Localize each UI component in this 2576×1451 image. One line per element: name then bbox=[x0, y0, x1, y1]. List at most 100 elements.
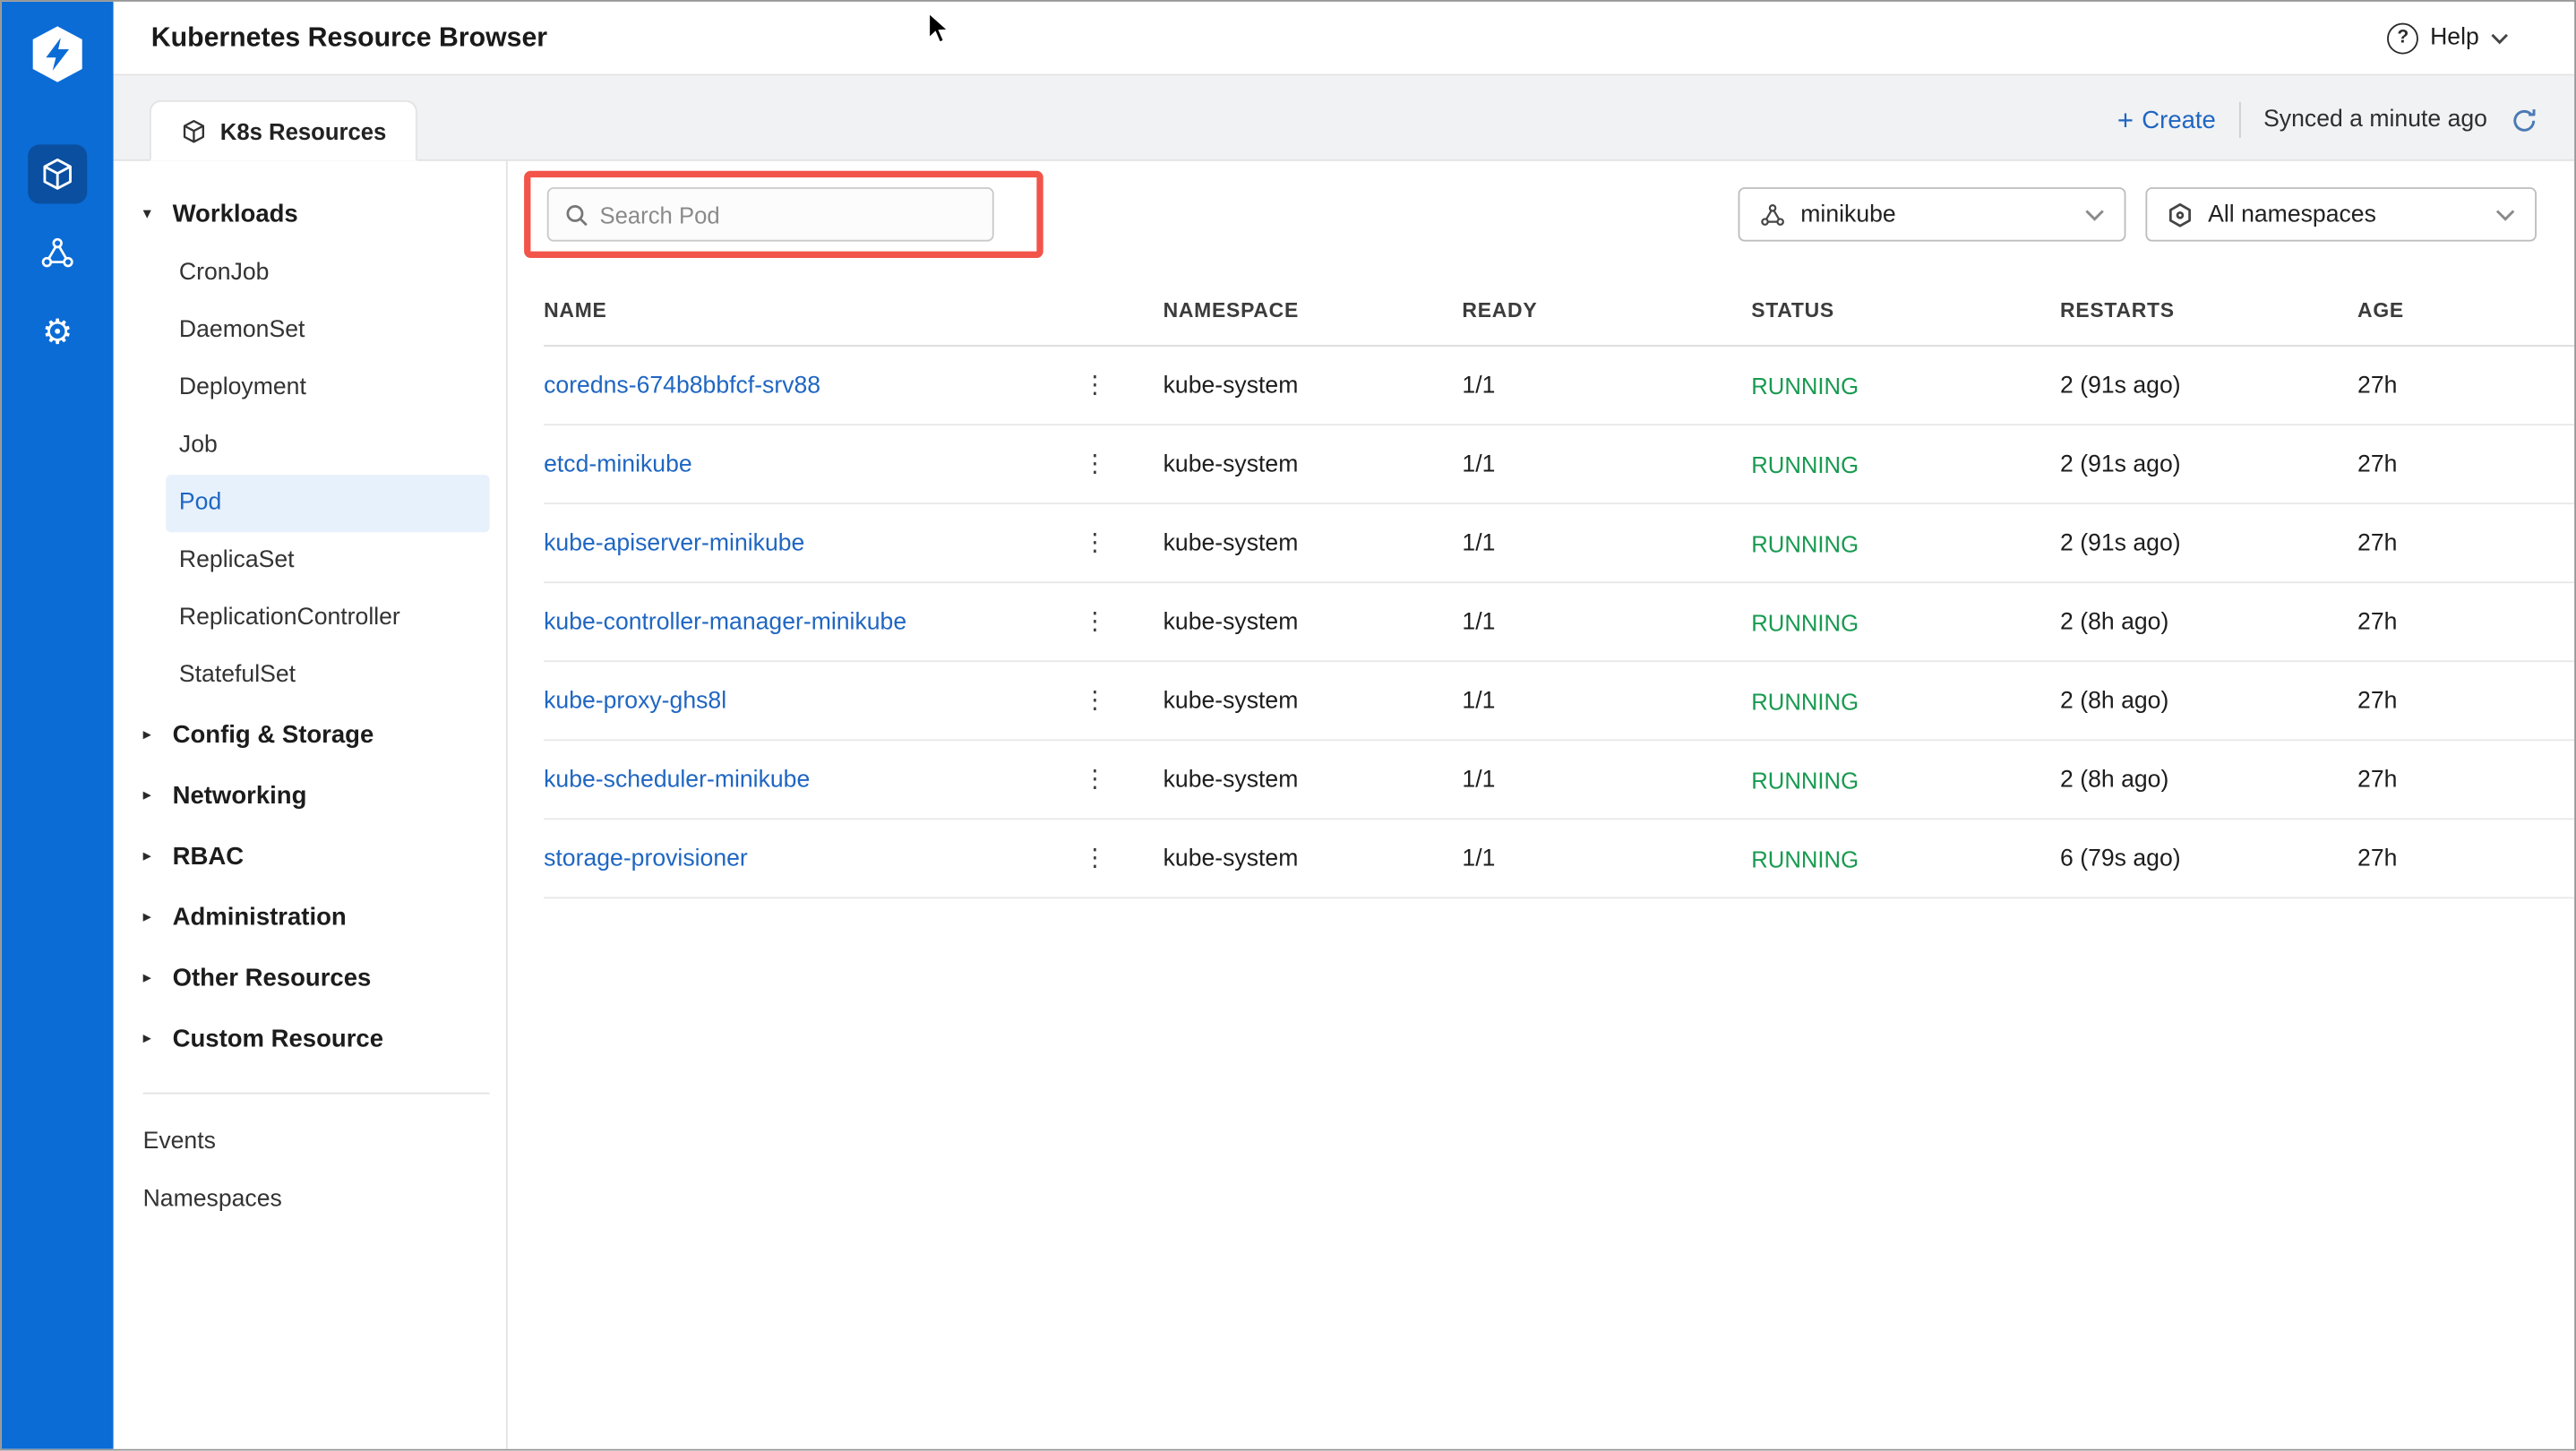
ready-cell: 1/1 bbox=[1462, 846, 1751, 871]
nav-item-deployment[interactable]: Deployment bbox=[166, 360, 489, 417]
column-header-age: AGE bbox=[2357, 298, 2574, 322]
nav-item-job[interactable]: Job bbox=[166, 417, 489, 475]
table-row: etcd-minikube ⋮ kube-system 1/1 RUNNING … bbox=[544, 425, 2574, 504]
kebab-menu-icon[interactable]: ⋮ bbox=[1073, 764, 1118, 795]
nav-section-label: RBAC bbox=[173, 843, 245, 871]
nav-section-networking[interactable]: ▸Networking bbox=[114, 766, 506, 827]
name-cell: kube-apiserver-minikube ⋮ bbox=[544, 528, 1163, 559]
triangle-right-icon: ▸ bbox=[143, 726, 159, 744]
pod-name-link[interactable]: etcd-minikube bbox=[544, 451, 692, 477]
name-cell: kube-proxy-ghs8l ⋮ bbox=[544, 685, 1163, 717]
status-cell: RUNNING bbox=[1751, 609, 2060, 635]
namespace-select[interactable]: All namespaces bbox=[2145, 187, 2537, 242]
status-cell: RUNNING bbox=[1751, 846, 2060, 871]
restarts-cell: 2 (91s ago) bbox=[2060, 451, 2357, 477]
age-cell: 27h bbox=[2357, 372, 2574, 398]
nav-section-administration[interactable]: ▸ Administration bbox=[114, 887, 506, 948]
triangle-right-icon: ▸ bbox=[143, 969, 159, 987]
table-row: kube-proxy-ghs8l ⋮ kube-system 1/1 RUNNI… bbox=[544, 662, 2574, 741]
triangle-right-icon: ▸ bbox=[143, 908, 159, 926]
cluster-select[interactable]: minikube bbox=[1739, 187, 2126, 242]
age-cell: 27h bbox=[2357, 530, 2574, 556]
resource-nav: ▾WorkloadsCronJobDaemonSetDeploymentJobP… bbox=[114, 161, 508, 1450]
nav-section-label: Other Resources bbox=[173, 965, 372, 992]
search-field bbox=[547, 187, 994, 242]
restarts-cell: 2 (8h ago) bbox=[2060, 609, 2357, 635]
app-logo bbox=[26, 23, 89, 86]
nav-item-replicationcontroller[interactable]: ReplicationController bbox=[166, 589, 489, 647]
age-cell: 27h bbox=[2357, 688, 2574, 714]
kebab-menu-icon[interactable]: ⋮ bbox=[1073, 843, 1118, 874]
nav-item-pod[interactable]: Pod bbox=[166, 475, 489, 532]
nav-section-rbac[interactable]: ▸RBAC bbox=[114, 827, 506, 888]
kebab-menu-icon[interactable]: ⋮ bbox=[1073, 606, 1118, 638]
pod-name-link[interactable]: coredns-674b8bbfcf-srv88 bbox=[544, 372, 820, 398]
pod-name-link[interactable]: kube-controller-manager-minikube bbox=[544, 609, 906, 635]
pod-name-link[interactable]: storage-provisioner bbox=[544, 846, 748, 871]
column-header-ready: READY bbox=[1462, 298, 1751, 322]
kebab-menu-icon[interactable]: ⋮ bbox=[1073, 528, 1118, 559]
nav-item-daemonset[interactable]: DaemonSet bbox=[166, 302, 489, 359]
tab-label: K8s Resources bbox=[220, 117, 387, 143]
nav-item-events[interactable]: Events bbox=[114, 1114, 506, 1172]
pod-name-link[interactable]: kube-scheduler-minikube bbox=[544, 767, 810, 793]
namespace-select-value: All namespaces bbox=[2208, 202, 2376, 228]
refresh-icon[interactable] bbox=[2511, 106, 2538, 133]
namespace-cell: kube-system bbox=[1163, 846, 1463, 871]
restarts-cell: 2 (91s ago) bbox=[2060, 372, 2357, 398]
name-cell: storage-provisioner ⋮ bbox=[544, 843, 1163, 874]
annotation-highlight bbox=[524, 171, 1043, 258]
restarts-cell: 2 (8h ago) bbox=[2060, 767, 2357, 793]
rail-item-settings[interactable]: ⚙ bbox=[28, 302, 87, 361]
table-row: kube-controller-manager-minikube ⋮ kube-… bbox=[544, 583, 2574, 662]
nav-section-label: Administration bbox=[173, 904, 347, 932]
kebab-menu-icon[interactable]: ⋮ bbox=[1073, 449, 1118, 480]
rail-item-clusters[interactable] bbox=[28, 223, 87, 282]
rail-item-k8s-resources[interactable] bbox=[28, 144, 87, 203]
nav-item-cronjob[interactable]: CronJob bbox=[166, 245, 489, 302]
nav-item-namespaces[interactable]: Namespaces bbox=[114, 1172, 506, 1229]
help-icon: ? bbox=[2387, 22, 2418, 54]
cluster-icon bbox=[1759, 202, 1785, 228]
status-cell: RUNNING bbox=[1751, 451, 2060, 477]
restarts-cell: 2 (91s ago) bbox=[2060, 530, 2357, 556]
kebab-menu-icon[interactable]: ⋮ bbox=[1073, 685, 1118, 717]
nav-item-replicaset[interactable]: ReplicaSet bbox=[166, 532, 489, 589]
ready-cell: 1/1 bbox=[1462, 372, 1751, 398]
name-cell: coredns-674b8bbfcf-srv88 ⋮ bbox=[544, 370, 1163, 401]
ready-cell: 1/1 bbox=[1462, 451, 1751, 477]
chevron-down-icon bbox=[2491, 32, 2509, 44]
top-header: Kubernetes Resource Browser ? Help bbox=[114, 2, 2575, 76]
namespace-cell: kube-system bbox=[1163, 767, 1463, 793]
kebab-menu-icon[interactable]: ⋮ bbox=[1073, 370, 1118, 401]
pod-name-link[interactable]: kube-apiserver-minikube bbox=[544, 530, 804, 556]
create-button[interactable]: + Create bbox=[2117, 106, 2216, 133]
triangle-right-icon: ▸ bbox=[143, 1030, 159, 1048]
column-header-name: NAME bbox=[544, 298, 1163, 322]
search-input[interactable] bbox=[599, 202, 975, 228]
namespace-cell: kube-system bbox=[1163, 372, 1463, 398]
nav-section-config-storage[interactable]: ▸Config & Storage bbox=[114, 705, 506, 766]
ready-cell: 1/1 bbox=[1462, 767, 1751, 793]
table-row: coredns-674b8bbfcf-srv88 ⋮ kube-system 1… bbox=[544, 347, 2574, 425]
tab-k8s-resources[interactable]: K8s Resources bbox=[150, 100, 417, 161]
table-row: kube-apiserver-minikube ⋮ kube-system 1/… bbox=[544, 504, 2574, 583]
nav-section-other-resources[interactable]: ▸ Other Resources bbox=[114, 948, 506, 1009]
ready-cell: 1/1 bbox=[1462, 530, 1751, 556]
strip-actions: + Create Synced a minute ago bbox=[2117, 102, 2538, 159]
app-rail: ⚙ bbox=[2, 2, 114, 1449]
age-cell: 27h bbox=[2357, 451, 2574, 477]
cluster-icon bbox=[39, 235, 75, 270]
help-menu[interactable]: ? Help bbox=[2387, 22, 2508, 54]
chevron-down-icon bbox=[2495, 208, 2515, 221]
nav-item-statefulset[interactable]: StatefulSet bbox=[166, 648, 489, 705]
status-cell: RUNNING bbox=[1751, 372, 2060, 398]
nav-section-label: Custom Resource bbox=[173, 1026, 383, 1053]
nav-section-custom-resource[interactable]: ▸ Custom Resource bbox=[114, 1009, 506, 1069]
plus-icon: + bbox=[2117, 106, 2134, 133]
nav-section-workloads[interactable]: ▾Workloads bbox=[114, 184, 506, 245]
synced-status: Synced a minute ago bbox=[2263, 107, 2487, 133]
pod-name-link[interactable]: kube-proxy-ghs8l bbox=[544, 688, 726, 714]
namespace-icon bbox=[2167, 202, 2193, 228]
triangle-down-icon: ▾ bbox=[143, 205, 159, 223]
